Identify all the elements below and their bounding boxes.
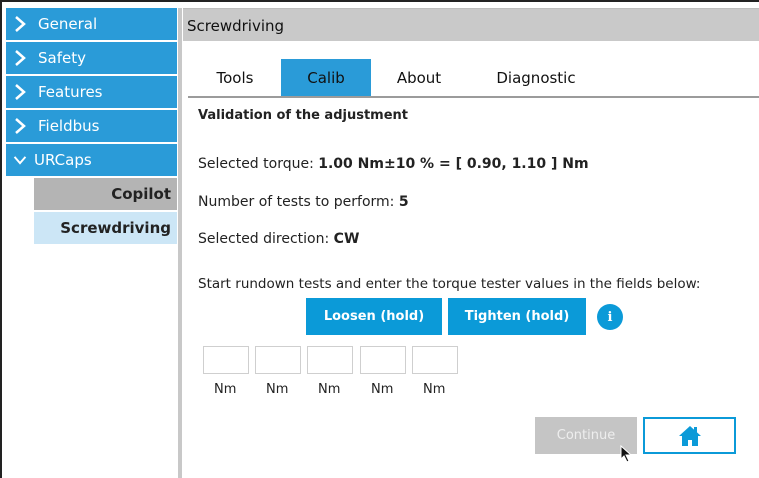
chevron-right-icon	[6, 110, 34, 142]
unit-label: Nm	[423, 382, 446, 397]
home-icon	[678, 425, 701, 446]
sidebar-subitem-screwdriving[interactable]: Screwdriving	[34, 212, 177, 244]
torque-value: 1.00 Nm±10 % = [ 0.90, 1.10 ] Nm	[318, 156, 589, 172]
sidebar-divider	[178, 8, 182, 478]
page-title: Screwdriving	[187, 17, 285, 35]
direction-label: Selected direction:	[198, 231, 330, 247]
sidebar-subitem-label: Screwdriving	[60, 219, 171, 237]
chevron-down-icon	[6, 144, 34, 176]
torque-row: Selected torque: 1.00 Nm±10 % = [ 0.90, …	[198, 156, 589, 172]
tab-label: Diagnostic	[496, 68, 576, 87]
sidebar-item-general[interactable]: General	[6, 8, 177, 40]
tighten-button[interactable]: Tighten (hold)	[448, 298, 586, 335]
page-header: Screwdriving	[183, 8, 759, 41]
torque-input-2[interactable]	[255, 346, 301, 374]
tests-label: Number of tests to perform:	[198, 194, 395, 210]
chevron-right-icon	[6, 8, 34, 40]
sidebar-item-label: Safety	[38, 49, 86, 67]
torque-label: Selected torque:	[198, 156, 314, 172]
sidebar-subitem-copilot[interactable]: Copilot	[34, 178, 177, 210]
section-title: Validation of the adjustment	[198, 108, 408, 123]
sidebar-item-fieldbus[interactable]: Fieldbus	[6, 110, 177, 142]
tab-diagnostic[interactable]: Diagnostic	[477, 59, 595, 96]
sidebar-item-urcaps[interactable]: URCaps	[6, 144, 177, 176]
info-icon[interactable]: i	[597, 304, 623, 330]
sidebar-item-label: Features	[38, 83, 103, 101]
sidebar-item-label: URCaps	[34, 151, 92, 169]
chevron-right-icon	[6, 76, 34, 108]
tab-label: Calib	[307, 68, 345, 87]
tab-label: About	[396, 68, 442, 87]
instructions-text: Start rundown tests and enter the torque…	[198, 276, 701, 292]
direction-value: CW	[333, 231, 360, 247]
torque-input-4[interactable]	[360, 346, 406, 374]
home-button[interactable]	[643, 417, 736, 454]
tab-label: Tools	[216, 68, 254, 87]
sidebar-item-safety[interactable]: Safety	[6, 42, 177, 74]
tab-calib[interactable]: Calib	[281, 59, 371, 96]
sidebar-subitem-label: Copilot	[111, 185, 171, 203]
direction-row: Selected direction: CW	[198, 231, 359, 247]
unit-label: Nm	[318, 382, 341, 397]
unit-label: Nm	[266, 382, 289, 397]
tests-value: 5	[398, 194, 409, 210]
unit-label: Nm	[214, 382, 237, 397]
unit-label: Nm	[371, 382, 394, 397]
torque-input-3[interactable]	[307, 346, 353, 374]
torque-input-1[interactable]	[203, 346, 249, 374]
sidebar: General Safety Features Fieldbus URCaps …	[6, 8, 177, 478]
tab-tools[interactable]: Tools	[197, 59, 273, 96]
tab-about[interactable]: About	[381, 59, 457, 96]
tests-row: Number of tests to perform: 5	[198, 194, 409, 210]
sidebar-item-label: Fieldbus	[38, 117, 100, 135]
loosen-button[interactable]: Loosen (hold)	[306, 298, 442, 335]
sidebar-item-label: General	[38, 15, 98, 33]
torque-input-5[interactable]	[412, 346, 458, 374]
chevron-right-icon	[6, 42, 34, 74]
mouse-cursor-icon	[620, 445, 633, 463]
tab-underline	[188, 96, 759, 98]
sidebar-item-features[interactable]: Features	[6, 76, 177, 108]
